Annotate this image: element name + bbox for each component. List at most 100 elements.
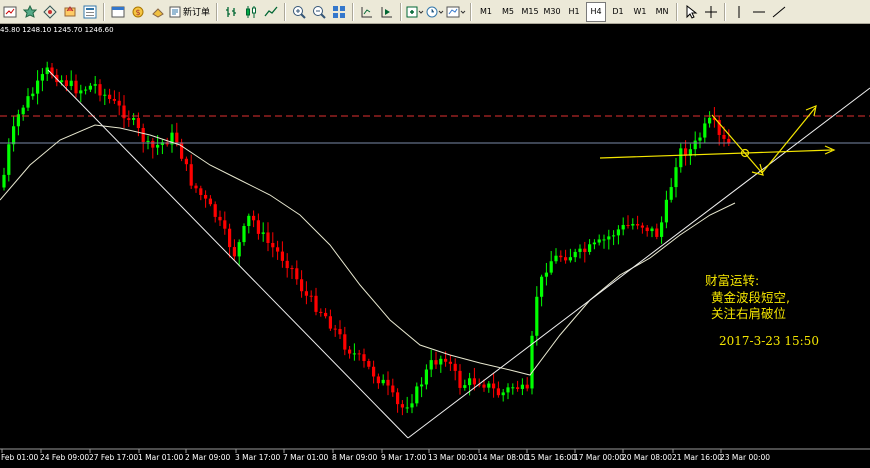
ohlc-readout: 45.80 1248.10 1245.70 1246.60: [0, 26, 114, 34]
timeframe-button[interactable]: M15: [520, 2, 540, 22]
terminal-icon[interactable]: [109, 2, 127, 22]
history-icon[interactable]: [149, 2, 167, 22]
vertical-line-icon[interactable]: [730, 2, 748, 22]
cursor-icon[interactable]: [682, 2, 700, 22]
bullish-candle: [36, 80, 40, 94]
bullish-candle: [693, 140, 697, 150]
bullish-candle: [424, 369, 428, 385]
toolbar-drawing: [681, 1, 789, 23]
data-window-icon[interactable]: [81, 2, 99, 22]
bearish-candle: [314, 295, 318, 312]
trendline-icon[interactable]: [770, 2, 788, 22]
bearish-candle: [141, 128, 145, 142]
new-chart-icon[interactable]: [1, 2, 19, 22]
bullish-candle: [146, 140, 150, 142]
bearish-candle: [223, 220, 227, 229]
bullish-candle: [703, 123, 707, 138]
timeframe-button[interactable]: MN: [652, 2, 672, 22]
timeframe-button[interactable]: D1: [608, 2, 628, 22]
toolbar-chart: [221, 1, 475, 23]
price-chart[interactable]: [0, 24, 870, 468]
timeframe-button[interactable]: M5: [498, 2, 518, 22]
toolbar-separator: [352, 2, 355, 21]
timeframe-button[interactable]: M1: [476, 2, 496, 22]
new-order-label: 新订单: [183, 8, 211, 18]
toolbar-separator: [216, 2, 219, 21]
bar-chart-icon[interactable]: [222, 2, 240, 22]
bearish-candle: [309, 295, 313, 297]
auto-scroll-icon[interactable]: [378, 2, 396, 22]
bearish-candle: [453, 363, 457, 371]
bullish-candle: [26, 96, 30, 108]
zoom-out-icon[interactable]: [310, 2, 328, 22]
bearish-candle: [208, 198, 212, 205]
bearish-candle: [400, 404, 404, 408]
bullish-candle: [540, 276, 544, 297]
bearish-candle: [304, 291, 308, 296]
bearish-candle: [472, 378, 476, 385]
bearish-candle: [357, 353, 361, 355]
timeframe-button[interactable]: M30: [542, 2, 562, 22]
line-chart-icon[interactable]: [262, 2, 280, 22]
toolbar-separator: [676, 2, 679, 21]
time-axis-label: 24 Feb 09:00: [40, 453, 90, 462]
bullish-candle: [568, 257, 572, 261]
strategy-tester-icon[interactable]: $: [129, 2, 147, 22]
indicators-icon[interactable]: [406, 2, 424, 22]
bearish-candle: [232, 247, 236, 257]
bullish-candle: [237, 242, 241, 257]
bullish-candle: [439, 358, 443, 365]
bearish-candle: [98, 84, 102, 96]
bullish-candle: [12, 126, 16, 145]
zoom-in-icon[interactable]: [290, 2, 308, 22]
bearish-candle: [367, 361, 371, 367]
toolbar-separator: [284, 2, 287, 21]
bullish-candle: [487, 383, 491, 388]
bullish-candle: [588, 244, 592, 252]
bearish-candle: [324, 312, 328, 317]
templates-icon[interactable]: [446, 2, 466, 22]
bullish-candle: [31, 93, 35, 97]
bullish-candle: [549, 261, 553, 273]
bearish-candle: [434, 360, 438, 365]
bullish-candle: [664, 199, 668, 223]
timeframe-button[interactable]: H4: [586, 1, 607, 22]
bullish-candle: [7, 144, 11, 175]
uptrend-line: [407, 87, 870, 439]
time-axis-label: 3 Mar 17:00: [235, 453, 281, 462]
horizontal-line-icon[interactable]: [750, 2, 768, 22]
periods-icon[interactable]: [426, 2, 444, 22]
bullish-candle: [669, 187, 673, 200]
neckline: [599, 149, 833, 159]
new-order-button[interactable]: 新订单: [169, 2, 212, 22]
profiles-icon[interactable]: [21, 2, 39, 22]
bearish-candle: [228, 228, 232, 248]
annotation-line-3: 关注右肩破位: [711, 306, 787, 321]
candlestick-chart-icon[interactable]: [242, 2, 260, 22]
market-watch-icon[interactable]: [41, 2, 59, 22]
bearish-candle: [194, 185, 198, 189]
bullish-candle: [592, 242, 596, 245]
bullish-candle: [708, 117, 712, 124]
bearish-candle: [559, 255, 563, 258]
bullish-candle: [612, 235, 616, 237]
bearish-candle: [266, 232, 270, 243]
bearish-candle: [199, 188, 203, 195]
bullish-candle: [381, 379, 385, 384]
bearish-candle: [218, 216, 222, 221]
navigator-icon[interactable]: [61, 2, 79, 22]
time-axis-label: Feb 01:00: [1, 453, 39, 462]
bearish-candle: [444, 358, 448, 362]
timeframe-button[interactable]: W1: [630, 2, 650, 22]
bullish-candle: [698, 137, 702, 141]
tile-windows-icon[interactable]: [330, 2, 348, 22]
timeframe-toolbar: M1 M5 M15 M30 H1 H4 D1 W1 MN: [475, 1, 681, 23]
bearish-candle: [645, 227, 649, 232]
chart-shift-icon[interactable]: [358, 2, 376, 22]
timeframe-button[interactable]: H1: [564, 2, 584, 22]
bearish-candle: [636, 224, 640, 226]
crosshair-icon[interactable]: [702, 2, 720, 22]
bullish-candle: [578, 248, 582, 252]
forecast-rebound-line: [761, 107, 816, 174]
bullish-candle: [602, 239, 606, 241]
